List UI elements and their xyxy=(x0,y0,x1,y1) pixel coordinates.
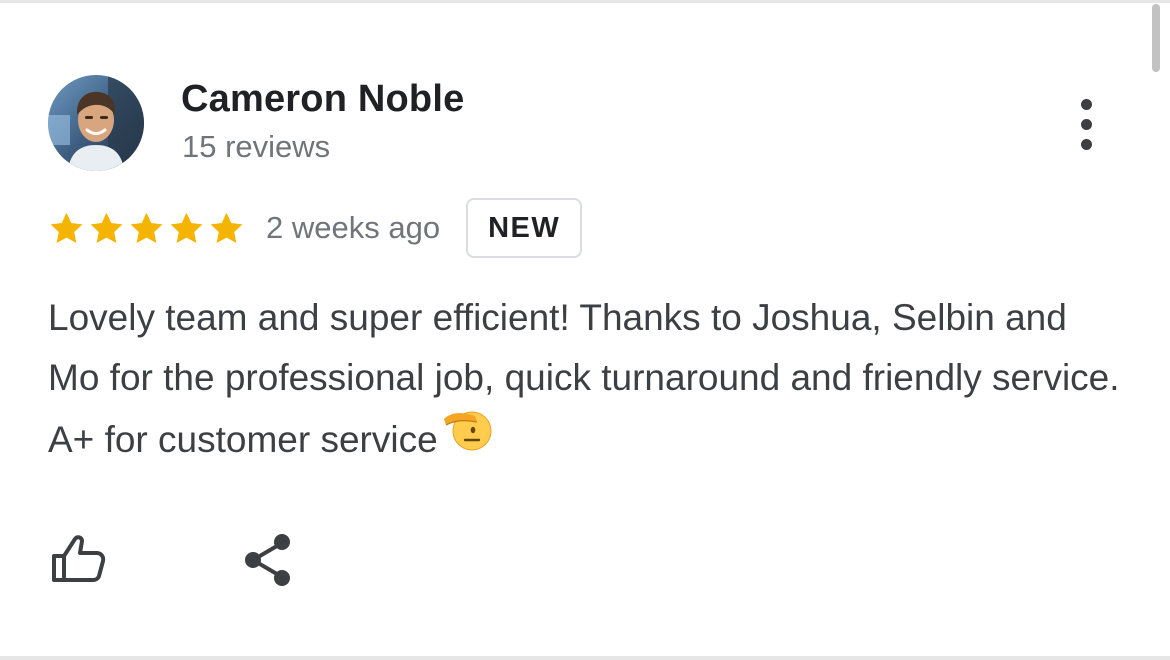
star-icon xyxy=(50,212,83,243)
star-icon xyxy=(130,212,163,243)
like-button[interactable] xyxy=(48,530,112,590)
star-rating xyxy=(48,210,245,247)
share-button[interactable] xyxy=(240,530,300,590)
star-icon xyxy=(90,212,123,243)
rating-row: 2 weeks ago NEW xyxy=(48,196,583,260)
new-badge: NEW xyxy=(466,198,583,258)
reviewer-name[interactable]: Cameron Noble xyxy=(181,78,464,121)
bottom-divider xyxy=(0,656,1170,660)
avatar[interactable] xyxy=(48,75,144,171)
star-icon xyxy=(210,212,243,243)
avatar-photo xyxy=(48,75,144,171)
saluting-face-emoji xyxy=(442,404,492,472)
star-icon xyxy=(170,212,203,243)
review-body: Lovely team and super efficient! Thanks … xyxy=(48,297,1120,460)
scrollbar-thumb[interactable] xyxy=(1152,4,1160,72)
more-vert-icon-dot xyxy=(1080,118,1092,130)
review-timestamp: 2 weeks ago xyxy=(266,210,441,245)
top-divider xyxy=(0,0,1170,3)
more-vert-icon xyxy=(1080,98,1092,110)
review-text: Lovely team and super efficient! Thanks … xyxy=(48,288,1128,476)
more-vert-icon-dot xyxy=(1080,138,1092,150)
thumbs-up-icon xyxy=(52,535,106,582)
reviewer-review-count: 15 reviews xyxy=(182,129,331,164)
share-icon xyxy=(245,534,290,586)
more-options-button[interactable] xyxy=(1062,92,1110,156)
